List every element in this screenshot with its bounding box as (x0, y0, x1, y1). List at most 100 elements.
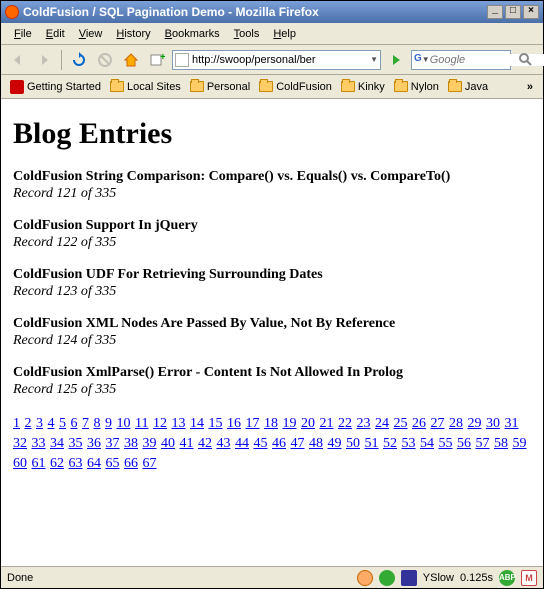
page-link[interactable]: 23 (356, 416, 370, 431)
page-link[interactable]: 65 (106, 456, 120, 471)
page-link[interactable]: 58 (494, 436, 508, 451)
page-link[interactable]: 32 (13, 436, 27, 451)
page-link[interactable]: 44 (235, 436, 249, 451)
page-link[interactable]: 2 (25, 416, 32, 431)
close-button[interactable]: × (523, 5, 539, 19)
minimize-button[interactable]: _ (487, 5, 503, 19)
page-link[interactable]: 45 (254, 436, 268, 451)
back-button[interactable] (7, 49, 29, 71)
page-link[interactable]: 54 (420, 436, 434, 451)
url-dropdown-icon[interactable]: ▼ (370, 55, 378, 64)
search-box[interactable]: G ▼ (411, 50, 511, 70)
page-link[interactable]: 17 (245, 416, 259, 431)
page-link[interactable]: 35 (69, 436, 83, 451)
forward-button[interactable] (33, 49, 55, 71)
page-link[interactable]: 48 (309, 436, 323, 451)
page-link[interactable]: 19 (282, 416, 296, 431)
page-link[interactable]: 63 (69, 456, 83, 471)
page-link[interactable]: 31 (504, 416, 518, 431)
home-button[interactable] (120, 49, 142, 71)
abp-icon[interactable]: ABP (499, 570, 515, 586)
page-link[interactable]: 40 (161, 436, 175, 451)
page-link[interactable]: 1 (13, 416, 20, 431)
page-link[interactable]: 20 (301, 416, 315, 431)
mail-icon[interactable]: M (521, 570, 537, 586)
page-link[interactable]: 47 (291, 436, 305, 451)
checkmark-icon[interactable] (379, 570, 395, 586)
page-link[interactable]: 52 (383, 436, 397, 451)
page-link[interactable]: 37 (106, 436, 120, 451)
page-link[interactable]: 60 (13, 456, 27, 471)
maximize-button[interactable]: □ (505, 5, 521, 19)
bookmark-nylon[interactable]: Nylon (391, 79, 442, 95)
page-link[interactable]: 57 (476, 436, 490, 451)
page-link[interactable]: 64 (87, 456, 101, 471)
page-link[interactable]: 12 (153, 416, 167, 431)
page-link[interactable]: 16 (227, 416, 241, 431)
bookmarks-overflow-icon[interactable]: » (523, 81, 537, 93)
page-link[interactable]: 67 (143, 456, 157, 471)
stop-button[interactable] (94, 49, 116, 71)
page-link[interactable]: 61 (32, 456, 46, 471)
bookmark-local-sites[interactable]: Local Sites (107, 79, 184, 95)
new-tab-button[interactable]: + (146, 49, 168, 71)
page-link[interactable]: 50 (346, 436, 360, 451)
page-link[interactable]: 46 (272, 436, 286, 451)
yslow-icon[interactable] (401, 570, 417, 586)
page-link[interactable]: 28 (449, 416, 463, 431)
search-go-button[interactable] (515, 49, 537, 71)
page-link[interactable]: 9 (105, 416, 112, 431)
page-link[interactable]: 4 (48, 416, 55, 431)
menu-history[interactable]: History (109, 26, 157, 42)
menu-help[interactable]: Help (266, 26, 303, 42)
menu-bookmarks[interactable]: Bookmarks (158, 26, 227, 42)
page-link[interactable]: 41 (180, 436, 194, 451)
page-link[interactable]: 55 (439, 436, 453, 451)
page-link[interactable]: 3 (36, 416, 43, 431)
bookmark-java[interactable]: Java (445, 79, 491, 95)
page-link[interactable]: 38 (124, 436, 138, 451)
page-link[interactable]: 25 (393, 416, 407, 431)
page-link[interactable]: 29 (467, 416, 481, 431)
page-link[interactable]: 7 (82, 416, 89, 431)
monkey-icon[interactable] (357, 570, 373, 586)
page-link[interactable]: 59 (513, 436, 527, 451)
url-input[interactable] (192, 54, 370, 66)
page-link[interactable]: 18 (264, 416, 278, 431)
page-link[interactable]: 39 (143, 436, 157, 451)
page-link[interactable]: 11 (135, 416, 148, 431)
menu-view[interactable]: View (72, 26, 110, 42)
url-bar[interactable]: ▼ (172, 50, 381, 70)
page-link[interactable]: 5 (59, 416, 66, 431)
reload-button[interactable] (68, 49, 90, 71)
page-link[interactable]: 42 (198, 436, 212, 451)
page-link[interactable]: 56 (457, 436, 471, 451)
page-link[interactable]: 49 (328, 436, 342, 451)
page-link[interactable]: 66 (124, 456, 138, 471)
menu-file[interactable]: File (7, 26, 39, 42)
page-link[interactable]: 62 (50, 456, 64, 471)
page-link[interactable]: 34 (50, 436, 64, 451)
bookmark-personal[interactable]: Personal (187, 79, 253, 95)
go-button[interactable] (385, 49, 407, 71)
page-link[interactable]: 24 (375, 416, 389, 431)
page-link[interactable]: 13 (171, 416, 185, 431)
page-link[interactable]: 43 (217, 436, 231, 451)
bookmark-getting-started[interactable]: Getting Started (7, 78, 104, 96)
page-link[interactable]: 53 (402, 436, 416, 451)
menu-tools[interactable]: Tools (227, 26, 267, 42)
page-link[interactable]: 6 (71, 416, 78, 431)
page-link[interactable]: 22 (338, 416, 352, 431)
menu-edit[interactable]: Edit (39, 26, 72, 42)
page-link[interactable]: 36 (87, 436, 101, 451)
page-link[interactable]: 30 (486, 416, 500, 431)
bookmark-kinky[interactable]: Kinky (338, 79, 388, 95)
page-link[interactable]: 10 (117, 416, 131, 431)
page-link[interactable]: 14 (190, 416, 204, 431)
page-link[interactable]: 21 (319, 416, 333, 431)
page-link[interactable]: 27 (430, 416, 444, 431)
page-link[interactable]: 33 (32, 436, 46, 451)
page-link[interactable]: 15 (208, 416, 222, 431)
page-link[interactable]: 26 (412, 416, 426, 431)
bookmark-coldfusion[interactable]: ColdFusion (256, 79, 335, 95)
